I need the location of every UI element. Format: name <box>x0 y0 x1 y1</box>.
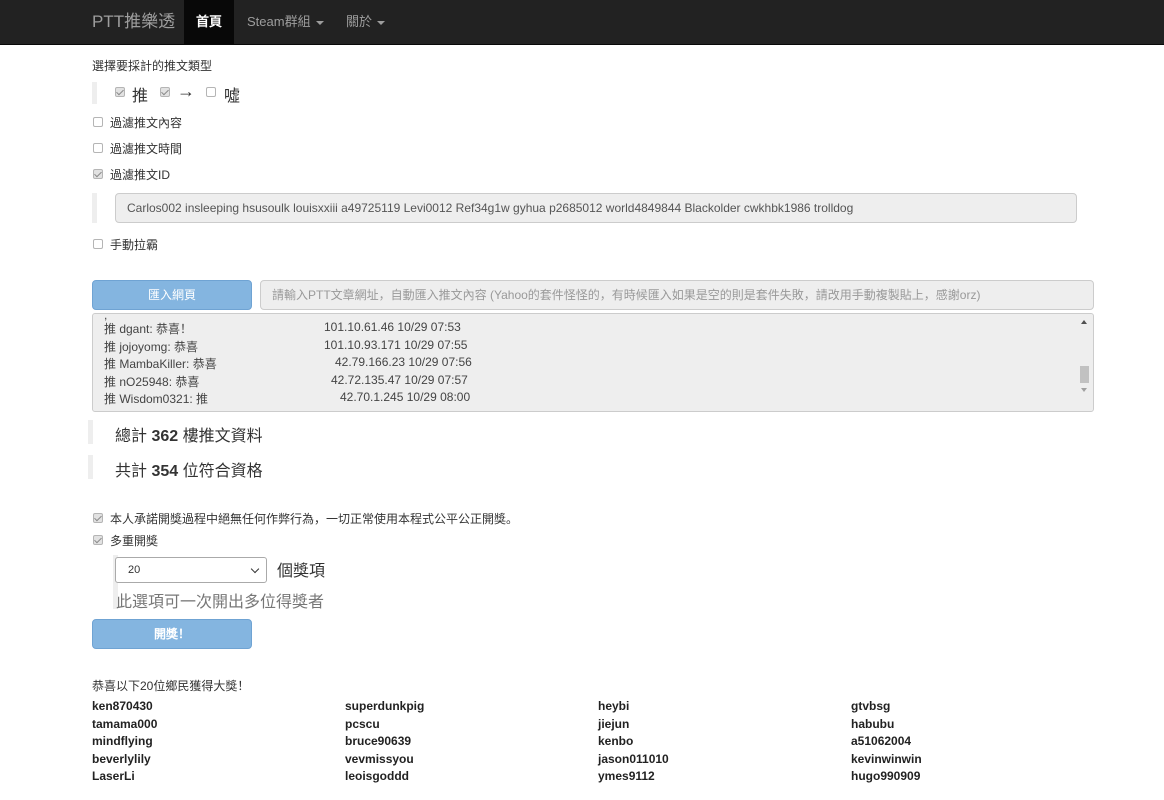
nav-steam-dropdown[interactable]: Steam群組 <box>247 0 324 44</box>
winner-name: habubu <box>851 716 895 731</box>
manual-draw-label: 手動拉霸 <box>110 238 159 252</box>
eligible-stat: 共計 354 位符合資格 <box>115 457 263 481</box>
url-input[interactable]: 請輸入PTT文章網址，自動匯入推文內容 (Yahoo的套件怪怪的，有時候匯入如果… <box>260 280 1094 310</box>
push-checkbox[interactable] <box>115 87 125 97</box>
eligible-suffix: 位符合資格 <box>182 463 263 480</box>
quote-bar <box>88 420 93 444</box>
multi-draw-hint: 此選項可一次開出多位得獎者 <box>116 594 325 611</box>
caret-down-icon <box>377 20 386 25</box>
filter-content-label: 過濾推文內容 <box>110 116 183 130</box>
multi-draw-label: 多重開獎 <box>110 534 159 548</box>
quote-bar <box>92 82 97 104</box>
comment-text: 推 nO25948: 恭喜 <box>104 374 200 389</box>
scroll-down-icon[interactable] <box>1081 388 1087 392</box>
multi-draw-checkbox[interactable] <box>93 535 103 545</box>
comment-meta: 101.10.93.171 10/29 07:55 <box>324 337 468 352</box>
winner-name: pcscu <box>345 716 380 731</box>
winner-name: tamama000 <box>92 716 158 731</box>
winner-name: jason011010 <box>598 751 669 766</box>
boo-label: 噓 <box>224 88 241 105</box>
pledge-checkbox[interactable] <box>93 513 103 523</box>
winner-name: hugo990909 <box>851 769 921 783</box>
textarea-scrollbar[interactable] <box>1078 316 1091 409</box>
filter-id-label: 過濾推文ID <box>110 168 171 182</box>
pledge-label: 本人承諾開獎過程中絕無任何作弊行為，一切正常使用本程式公平公正開獎。 <box>110 512 519 526</box>
import-button[interactable]: 匯入網頁 <box>92 280 252 310</box>
comment-text: 推 dgant: 恭喜！ <box>104 322 193 336</box>
eligible-count: 354 <box>151 463 179 480</box>
nav-home[interactable]: 首頁 <box>184 0 235 44</box>
filter-id-input[interactable]: Carlos002 insleeping hsusoulk louisxxiii… <box>115 193 1077 223</box>
winner-name: kevinwinwin <box>851 751 922 766</box>
draw-button[interactable]: 開獎！ <box>92 619 252 649</box>
nav-steam-label: Steam群組 <box>247 14 311 29</box>
scroll-thumb[interactable] <box>1080 366 1089 383</box>
filter-content-checkbox[interactable] <box>93 117 103 127</box>
total-stat: 總計 362 樓推文資料 <box>115 422 263 446</box>
caret-down-icon <box>315 20 324 25</box>
winner-name: mindflying <box>92 734 153 748</box>
winner-name: jiejun <box>598 716 630 731</box>
manual-draw-checkbox[interactable] <box>93 239 103 249</box>
arrow-label: → <box>177 81 195 101</box>
scroll-up-icon[interactable] <box>1081 320 1087 324</box>
winner-name: kenbo <box>598 734 634 748</box>
winner-name: a51062004 <box>851 734 912 748</box>
brand-logo[interactable]: PTT推樂透 <box>92 0 175 44</box>
comment-meta: 42.79.166.23 10/29 07:56 <box>335 355 472 369</box>
nav-about-label: 關於 <box>346 14 373 29</box>
chevron-down-icon <box>250 564 260 574</box>
comment-text: 推 Wisdom0321: 推 <box>104 392 209 406</box>
winner-name: beverlylily <box>92 751 151 766</box>
push-type-heading: 選擇要採計的推文類型 <box>92 59 213 73</box>
push-label: 推 <box>132 88 149 105</box>
filter-id-checkbox[interactable] <box>93 169 103 179</box>
comment-text: 推 jojoyomg: 恭喜 <box>104 339 199 354</box>
total-count: 362 <box>151 428 179 445</box>
comments-textarea[interactable]: , 推 dgant: 恭喜！ 101.10.61.46 10/29 07:53 推 … <box>92 313 1094 412</box>
prize-count-value: 20 <box>128 564 141 576</box>
comment-meta: 42.70.1.245 10/29 08:00 <box>340 390 471 404</box>
prize-unit-label: 個獎項 <box>277 563 326 580</box>
winner-name: heybi <box>598 699 630 713</box>
winner-name: leoisgoddd <box>345 769 409 783</box>
boo-checkbox[interactable] <box>206 87 216 97</box>
winners-heading: 恭喜以下20位鄉民獲得大獎！ <box>92 679 250 693</box>
winner-name: ymes9112 <box>598 769 655 783</box>
winner-name: gtvbsg <box>851 699 891 713</box>
comment-meta: 42.72.135.47 10/29 07:57 <box>331 372 468 387</box>
winner-name: ken870430 <box>92 699 153 713</box>
winner-name: vevmissyou <box>345 751 414 766</box>
eligible-prefix: 共計 <box>115 463 148 480</box>
winner-name: bruce90639 <box>345 734 412 748</box>
total-prefix: 總計 <box>115 428 148 445</box>
winner-name: LaserLi <box>92 769 135 783</box>
filter-time-label: 過濾推文時間 <box>110 142 183 156</box>
total-suffix: 樓推文資料 <box>182 428 263 445</box>
arrow-checkbox[interactable] <box>160 87 170 97</box>
nav-about-dropdown[interactable]: 關於 <box>346 0 386 44</box>
filter-time-checkbox[interactable] <box>93 143 103 153</box>
quote-bar <box>92 193 97 223</box>
comment-meta: 101.10.61.46 10/29 07:53 <box>324 320 461 334</box>
prize-count-select[interactable]: 20 <box>115 557 267 583</box>
winner-name: superdunkpig <box>345 699 425 713</box>
top-navbar: PTT推樂透 首頁 Steam群組 關於 <box>0 0 1164 45</box>
quote-bar <box>88 455 93 479</box>
comment-text: 推 MambaKiller: 恭喜 <box>104 357 217 371</box>
